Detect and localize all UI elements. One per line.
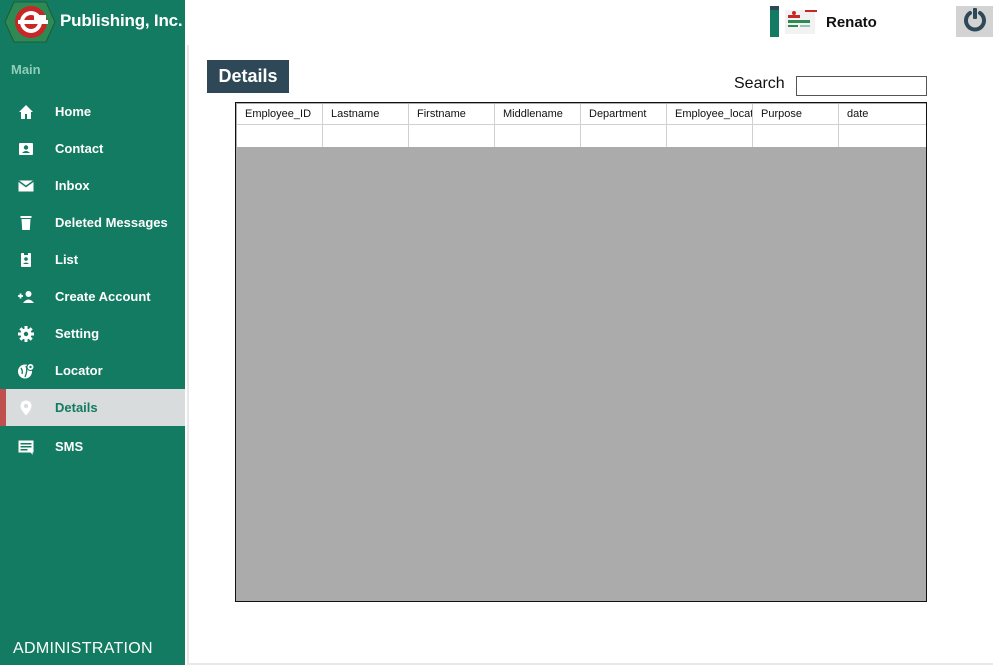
add-user-icon [17,288,35,306]
column-header-date[interactable]: date [839,104,926,124]
gear-icon [17,325,35,343]
administration-label: ADMINISTRATION [13,640,153,657]
column-header-purpose[interactable]: Purpose [753,104,839,124]
power-button[interactable] [956,6,993,37]
table-cell[interactable] [753,125,839,147]
map-pin-icon [17,399,35,417]
sidebar-item-deleted-messages[interactable]: Deleted Messages [0,204,185,241]
brand-name: Publishing, Inc. [60,11,183,30]
sidebar-item-label: Setting [55,326,100,341]
power-icon [961,5,989,38]
user-card-icon [770,6,818,38]
table-row[interactable] [237,125,926,147]
search-input[interactable] [796,76,927,96]
sidebar-item-list[interactable]: List [0,241,185,278]
sidebar: Publishing, Inc. Main Home Contact Inbox [0,0,185,665]
sidebar-item-details[interactable]: Details [0,389,185,426]
sidebar-item-contact[interactable]: Contact [0,130,185,167]
table-cell[interactable] [581,125,667,147]
e-logo-icon [4,1,56,43]
sidebar-item-label: Create Account [55,289,151,304]
table-header: Employee_ID Lastname Firstname Middlenam… [237,104,926,125]
sidebar-item-label: List [55,252,79,267]
contact-card-icon [17,140,35,158]
column-header-employee-id[interactable]: Employee_ID [237,104,323,124]
user-name: Renato [826,14,877,31]
sidebar-item-label: Contact [55,141,104,156]
trash-icon [17,214,35,232]
table-cell[interactable] [409,125,495,147]
list-badge-icon [17,251,35,269]
column-header-lastname[interactable]: Lastname [323,104,409,124]
search-label: Search [734,75,785,92]
sidebar-item-label: SMS [55,439,84,454]
column-header-department[interactable]: Department [581,104,667,124]
home-icon [17,103,35,121]
details-table[interactable]: Employee_ID Lastname Firstname Middlenam… [235,102,927,602]
table-cell[interactable] [237,125,323,147]
sidebar-nav: Home Contact Inbox Deleted Messages List [0,93,185,465]
sidebar-item-label: Inbox [55,178,90,193]
table-cell[interactable] [839,125,926,147]
sidebar-item-label: Deleted Messages [55,215,168,230]
sidebar-item-home[interactable]: Home [0,93,185,130]
page-title: Details [207,60,289,93]
sidebar-item-label: Details [55,400,98,415]
nav-section-title: Main [11,62,41,77]
column-header-employee-location[interactable]: Employee_locati [667,104,753,124]
sidebar-item-label: Locator [55,363,103,378]
table-cell[interactable] [323,125,409,147]
brand-header: Publishing, Inc. [0,0,185,44]
table-cell[interactable] [667,125,753,147]
sidebar-item-sms[interactable]: SMS [0,428,185,465]
sidebar-item-locator[interactable]: Locator [0,352,185,389]
sidebar-item-setting[interactable]: Setting [0,315,185,352]
column-header-firstname[interactable]: Firstname [409,104,495,124]
globe-pin-icon [17,362,35,380]
table-cell[interactable] [495,125,581,147]
sidebar-item-label: Home [55,104,92,119]
sms-icon [17,438,35,456]
mail-icon [17,177,35,195]
column-header-middlename[interactable]: Middlename [495,104,581,124]
sidebar-item-create-account[interactable]: Create Account [0,278,185,315]
sidebar-item-inbox[interactable]: Inbox [0,167,185,204]
